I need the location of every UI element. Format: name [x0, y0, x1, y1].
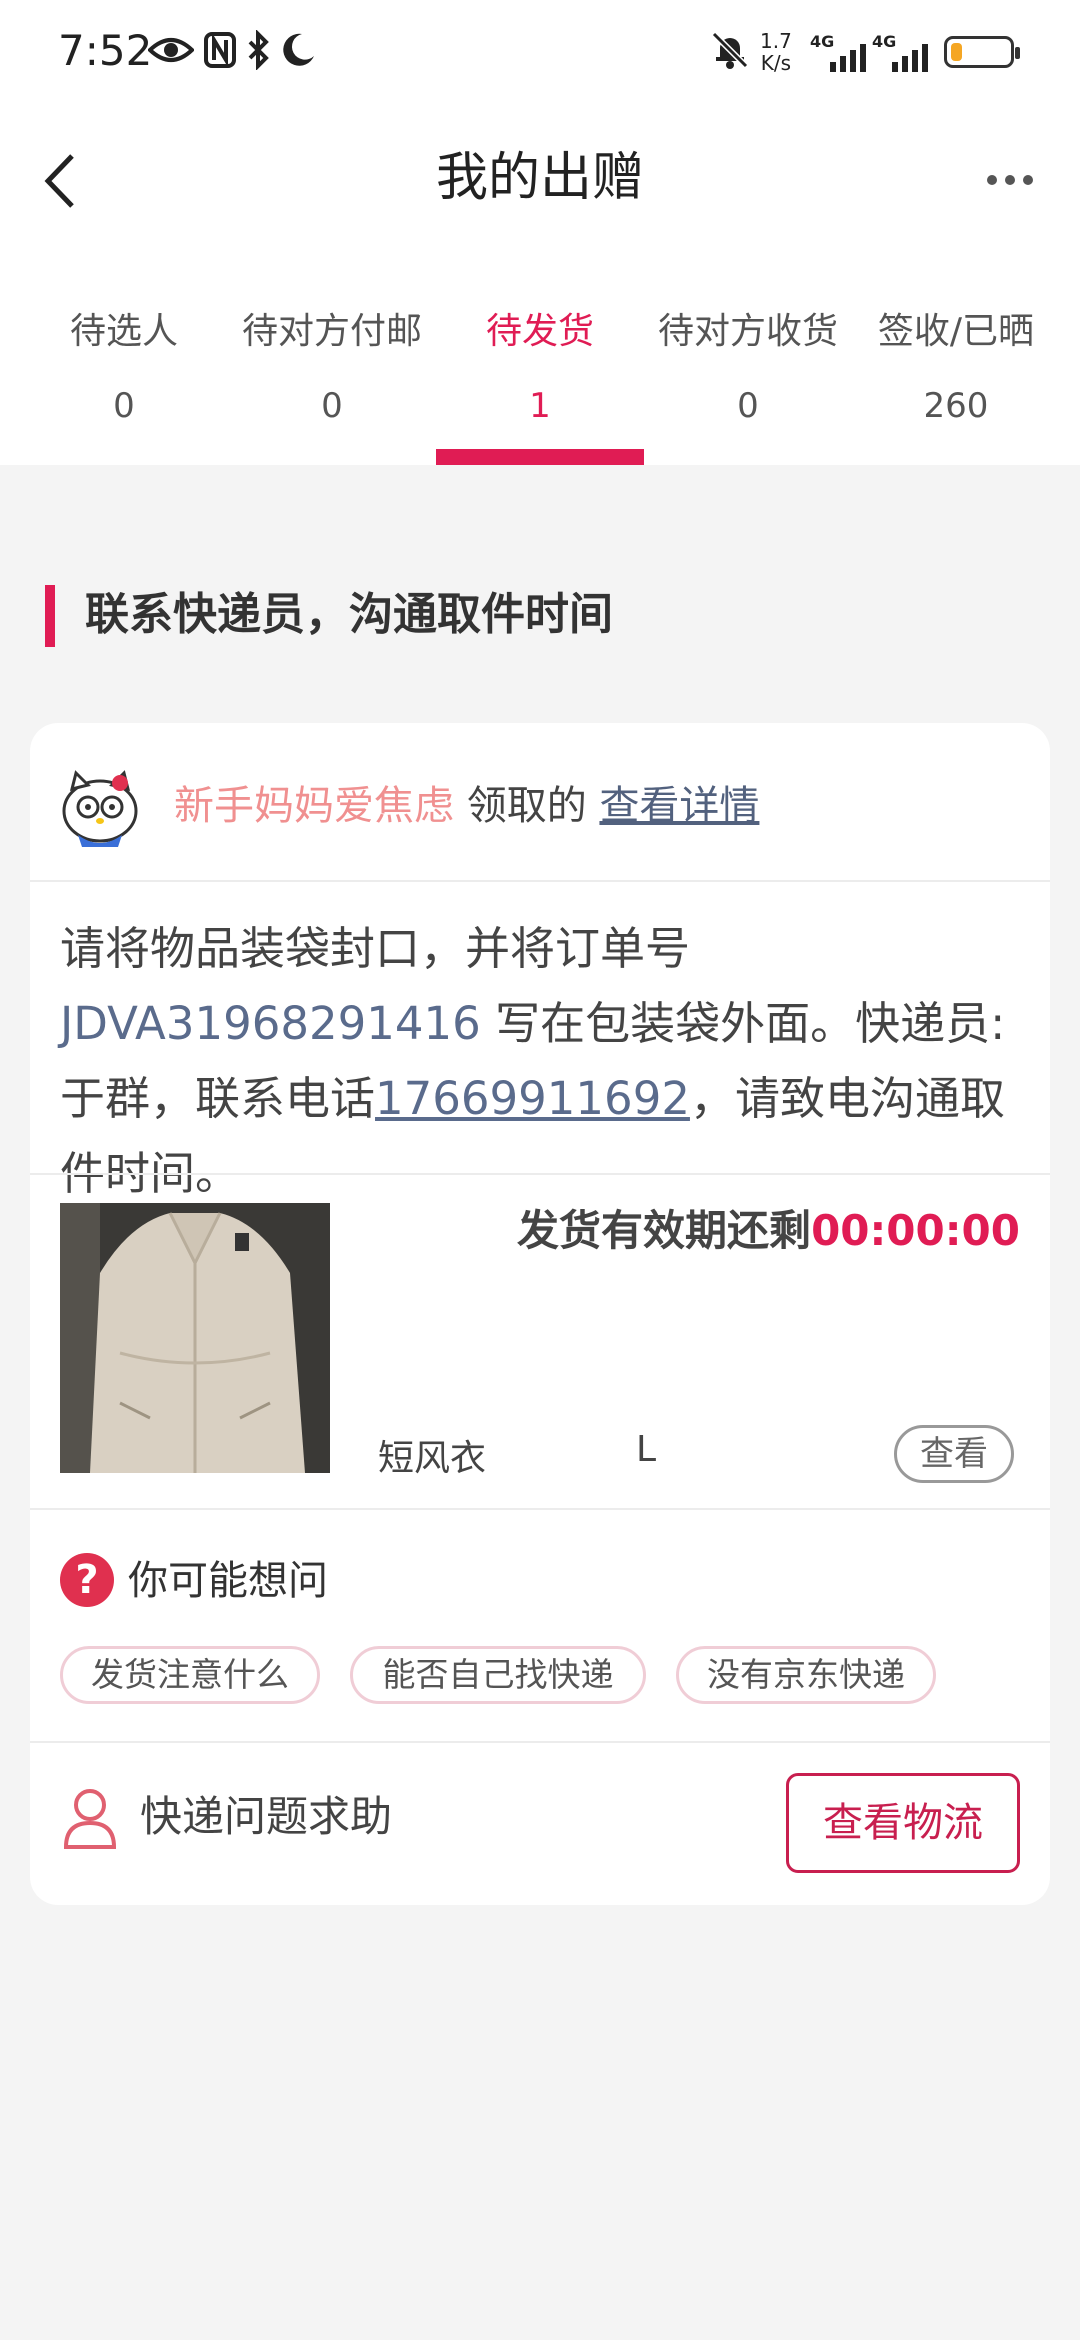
more-options-button[interactable]	[970, 150, 1050, 210]
divider	[30, 1508, 1050, 1510]
item-photo[interactable]	[60, 1203, 330, 1473]
tab-count: 0	[321, 386, 343, 426]
more-dots-icon	[987, 175, 997, 185]
packing-instructions: 请将物品装袋封口，并将订单号 JDVA31968291416 写在包装袋外面。快…	[60, 911, 1030, 1211]
section-accent-bar	[45, 585, 55, 647]
tab-pending-postage[interactable]: 待对方付邮 0	[228, 290, 436, 465]
shipment-card: 新手妈妈爱焦虑 领取的 查看详情 请将物品装袋封口，并将订单号 JDVA3196…	[30, 723, 1050, 1905]
bell-muted-icon	[710, 30, 750, 79]
section-title: 联系快递员，沟通取件时间	[85, 589, 613, 640]
avatar[interactable]	[58, 765, 142, 849]
active-tab-indicator	[436, 449, 644, 465]
tab-pending-ship[interactable]: 待发货 1	[436, 290, 644, 465]
view-item-button[interactable]: 查看	[894, 1425, 1014, 1483]
moon-icon	[280, 30, 316, 79]
faq-chip[interactable]: 能否自己找快递	[350, 1646, 646, 1704]
page-title: 我的出赠	[435, 148, 644, 208]
question-icon: ?	[60, 1553, 114, 1607]
divider	[30, 880, 1050, 882]
recipient-line: 新手妈妈爱焦虑 领取的 查看详情	[174, 773, 759, 839]
tab-pending-select[interactable]: 待选人 0	[20, 290, 228, 465]
item-name: 短风衣	[378, 1438, 487, 1479]
tab-count: 0	[113, 386, 135, 426]
validity-label: 发货有效期还剩	[517, 1206, 812, 1255]
order-number: JDVA31968291416	[60, 997, 481, 1050]
status-bar: 7:52 1.7 K/s 4G 4G	[0, 0, 1080, 110]
tab-count: 260	[923, 386, 989, 426]
bluetooth-icon	[246, 29, 272, 79]
recipient-name[interactable]: 新手妈妈爱焦虑	[174, 783, 454, 829]
tab-label: 签收/已晒	[877, 311, 1035, 352]
tab-pending-receipt[interactable]: 待对方收货 0	[644, 290, 852, 465]
faq-chip[interactable]: 没有京东快递	[676, 1646, 936, 1704]
speed-value: 1.7	[760, 29, 792, 53]
network-speed: 1.7 K/s	[760, 30, 792, 74]
signal-icon: 4G	[872, 32, 934, 72]
view-details-link[interactable]: 查看详情	[599, 783, 759, 829]
nfc-icon	[204, 30, 236, 79]
eye-icon	[147, 30, 195, 79]
item-size: L	[636, 1429, 657, 1470]
courier-phone-link[interactable]: 17669911692	[375, 1072, 690, 1125]
tab-count: 0	[737, 386, 759, 426]
faq-chip[interactable]: 发货注意什么	[60, 1646, 320, 1704]
divider	[30, 1741, 1050, 1743]
countdown-timer: 00:00:00	[811, 1206, 1020, 1255]
speed-unit: K/s	[760, 51, 792, 75]
battery-icon	[944, 36, 1020, 68]
recipient-suffix: 领取的	[466, 783, 587, 829]
courier-help-link[interactable]: 快递问题求助	[140, 1785, 392, 1849]
battery-level	[951, 43, 962, 61]
shipping-validity: 发货有效期还剩00:00:00	[517, 1198, 1020, 1264]
tab-signed-shared[interactable]: 签收/已晒 260	[852, 290, 1060, 465]
tab-count: 1	[529, 386, 551, 426]
faq-title: 你可能想问	[128, 1558, 328, 1604]
instruction-text: 请将物品装袋封口，并将订单号	[60, 922, 691, 975]
user-icon[interactable]	[60, 1785, 120, 1851]
divider	[30, 1173, 1050, 1175]
view-logistics-button[interactable]: 查看物流	[786, 1773, 1020, 1873]
status-time: 7:52	[58, 26, 153, 75]
signal-icon: 4G	[810, 32, 872, 72]
